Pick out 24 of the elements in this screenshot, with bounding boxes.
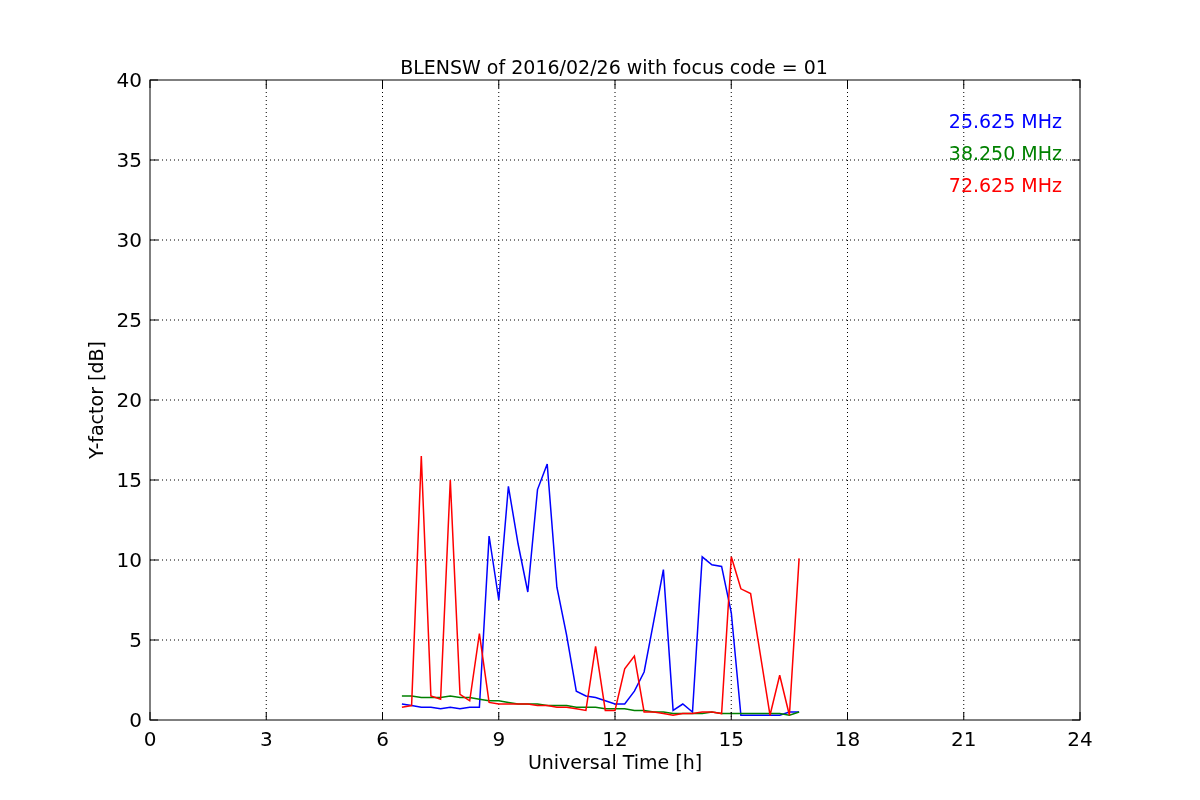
y-tick-label: 35 (116, 148, 142, 172)
y-axis-label: Y-factor [dB] (85, 341, 107, 459)
x-tick-label: 3 (259, 727, 273, 751)
legend-label: 72.625 MHz (948, 174, 1062, 196)
x-tick-label: 0 (143, 727, 157, 751)
x-tick-label: 6 (376, 727, 389, 751)
y-tick-label: 40 (116, 68, 142, 92)
y-tick-label: 10 (116, 548, 142, 572)
x-tick-label: 9 (492, 727, 506, 751)
y-tick-label: 5 (129, 628, 142, 652)
y-tick-label: 20 (116, 388, 142, 412)
legend-label: 38.250 MHz (948, 142, 1062, 164)
x-tick-label: 15 (718, 727, 744, 751)
x-tick-label: 21 (951, 727, 977, 751)
x-tick-label: 24 (1067, 727, 1093, 751)
y-tick-label: 25 (116, 308, 142, 332)
y-tick-label: 15 (116, 468, 142, 492)
chart-title: BLENSW of 2016/02/26 with focus code = 01 (400, 56, 828, 78)
x-tick-label: 18 (834, 727, 861, 751)
legend-label: 25.625 MHz (948, 110, 1062, 132)
x-tick-label: 12 (602, 727, 628, 751)
y-tick-label: 0 (129, 708, 142, 732)
x-axis-label: Universal Time [h] (527, 751, 703, 773)
y-tick-label: 30 (116, 228, 142, 252)
